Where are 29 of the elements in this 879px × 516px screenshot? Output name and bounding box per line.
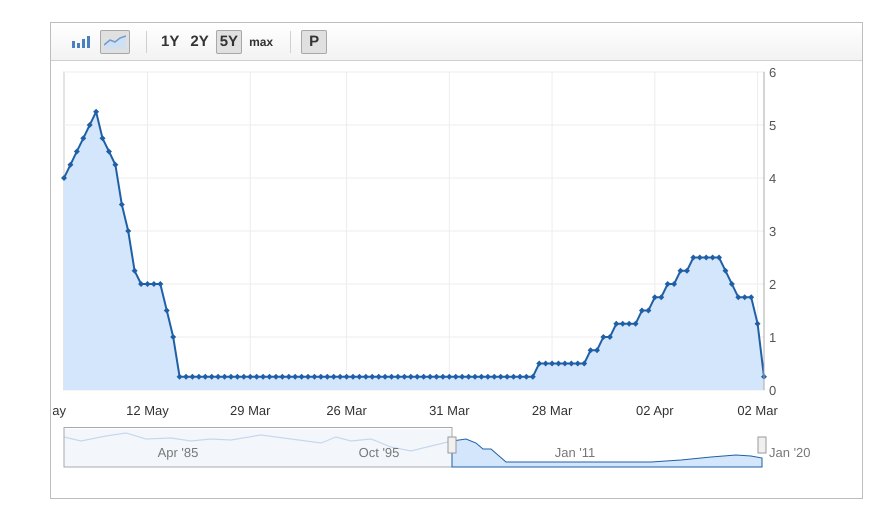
x-axis-label: 29 Mar [230,403,270,418]
y-axis-label: 1 [769,330,776,345]
navigator-handle[interactable] [758,436,766,454]
x-axis-label: 31 Mar [429,403,470,418]
x-axis-label: 28 Mar [532,403,572,418]
x-axis-label: 02 Apr [636,403,674,418]
x-axis-label: ay [52,403,66,418]
line-chart-icon [104,34,126,48]
line-chart-button[interactable] [100,30,130,54]
y-axis-label: 3 [769,224,776,239]
y-axis-label: 4 [769,171,776,186]
range-button[interactable]: 5Y [216,30,242,54]
y-axis-label: 6 [769,65,776,80]
navigator-label: Apr '85 [158,445,198,460]
x-axis-label: 26 Mar [326,403,367,418]
bar-chart-icon [72,36,90,48]
navigator-label: Jan '11 [554,445,596,460]
x-axis-label: 12 May [126,403,169,418]
y-axis-label: 0 [769,383,776,398]
navigator-handle[interactable] [448,436,456,454]
p-button[interactable]: P [301,30,328,54]
range-button[interactable]: max [245,30,278,54]
navigator-label: Oct '95 [358,445,400,460]
navigator-label: Jan '20 [769,445,811,460]
x-axis-label: 02 Mar [737,403,778,418]
range-button[interactable]: 2Y [186,30,213,54]
y-axis-label: 5 [769,118,776,133]
y-axis-label: 2 [769,277,776,292]
range-button[interactable]: 1Y [157,30,184,54]
